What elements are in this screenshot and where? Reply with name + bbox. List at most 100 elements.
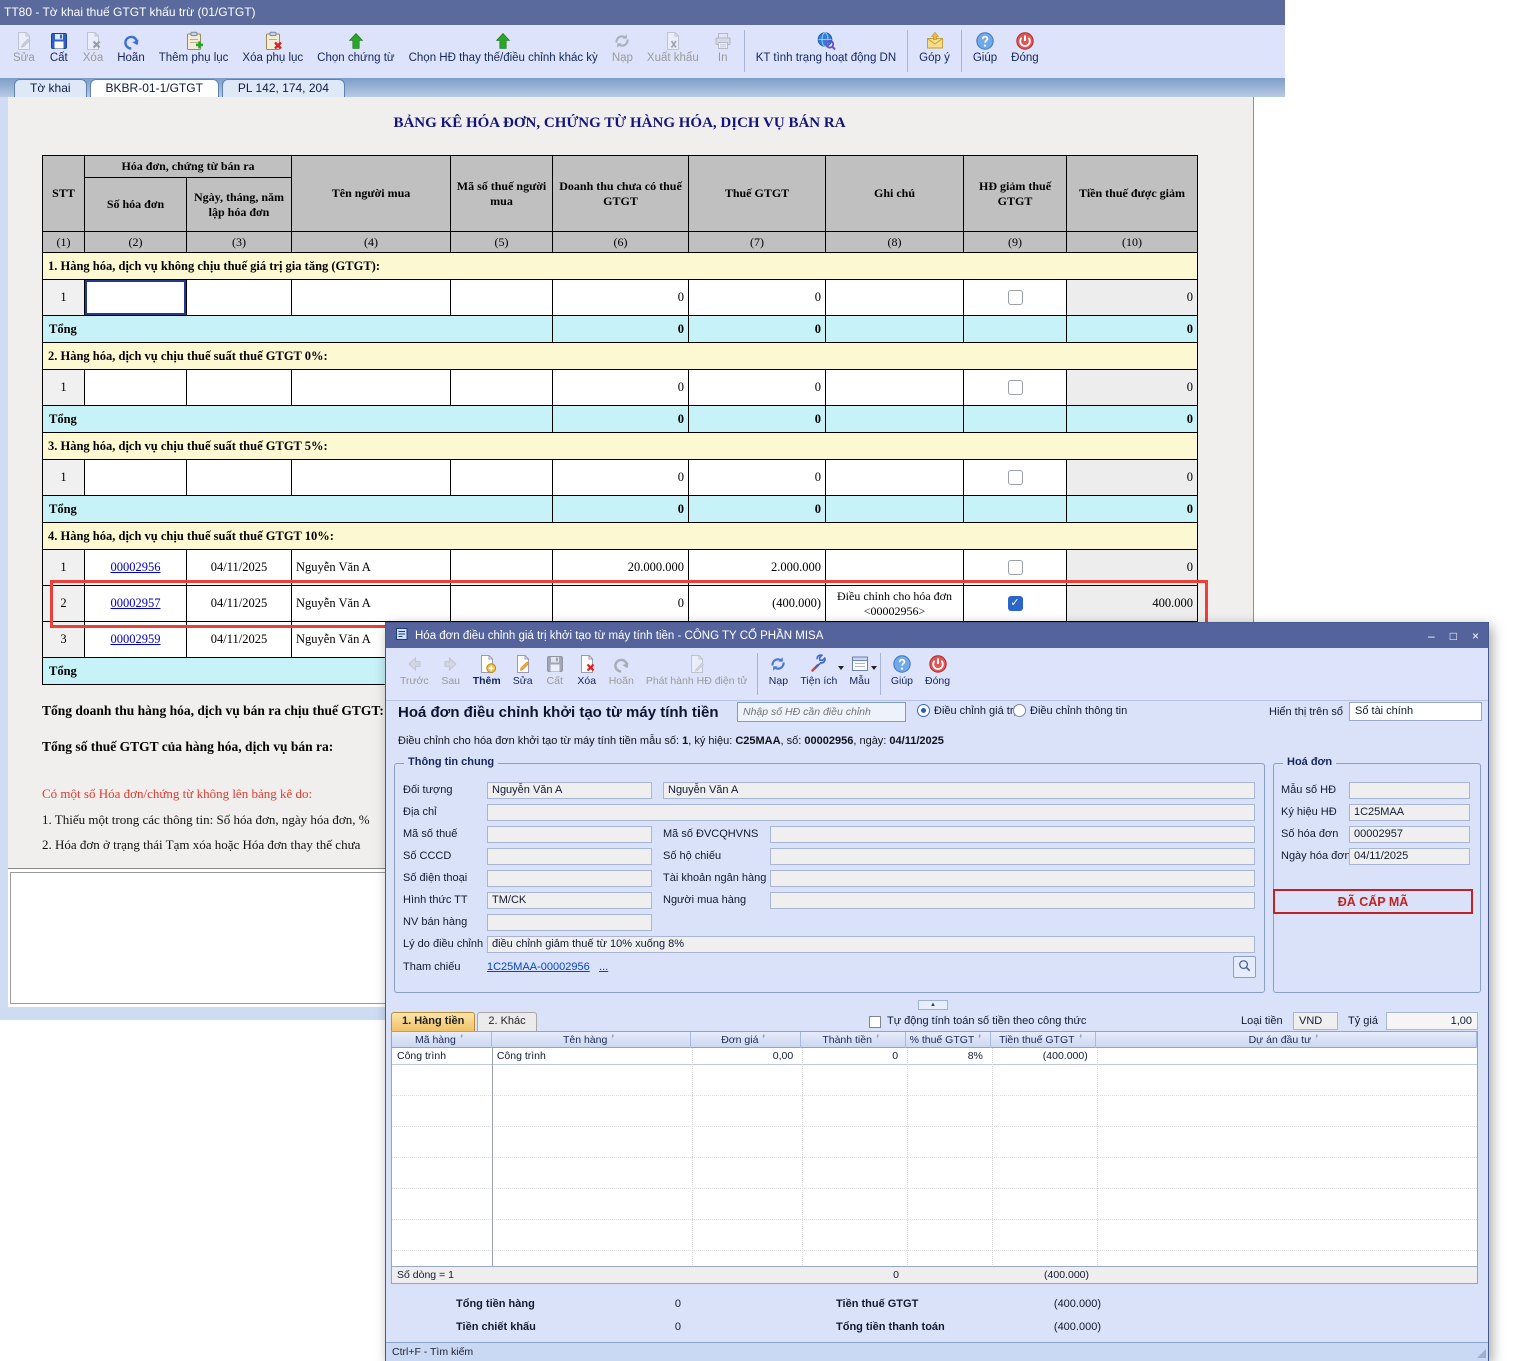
invoice-number-cell[interactable]: 00002956 — [85, 550, 187, 586]
reduce-vat-cell[interactable]: ✓ — [964, 586, 1067, 622]
toolbar-button-kt-tinh-trang-hoat-ong-dn[interactable]: KT tình trạng hoạt động DN — [749, 28, 903, 65]
maximize-button[interactable]: □ — [1450, 629, 1457, 643]
resize-grip-icon[interactable] — [1477, 1349, 1486, 1358]
invoice-number-cell[interactable] — [85, 370, 187, 406]
buyer-taxcode-cell[interactable] — [451, 586, 553, 622]
tab-bkbr-01-1-gtgt[interactable]: BKBR-01-1/GTGT — [90, 79, 219, 97]
grid-cell[interactable]: Công trình — [392, 1048, 492, 1065]
grid-col-du-an-au-tu[interactable]: Dự án đầu tư — [1096, 1032, 1477, 1048]
toolbar-button-xoa-phu-luc[interactable]: Xóa phụ lục — [235, 28, 310, 65]
buyer-name-cell[interactable]: Nguyễn Văn A — [292, 586, 451, 622]
invoice-number-cell[interactable] — [85, 460, 187, 496]
toolbar-button-ong[interactable]: Đóng — [1004, 28, 1046, 65]
invoice-date-cell[interactable]: 04/11/2025 — [187, 586, 292, 622]
note-cell[interactable] — [826, 370, 964, 406]
dropdown-arrow-icon[interactable] — [871, 666, 877, 670]
pin-icon[interactable] — [977, 1034, 986, 1046]
buyer-taxcode-cell[interactable] — [451, 370, 553, 406]
toolbar-button-tien-ich[interactable]: Tiện ích — [794, 651, 843, 688]
pin-icon[interactable] — [459, 1034, 468, 1046]
reduce-vat-cell[interactable] — [964, 550, 1067, 586]
grid-col-ma-hang[interactable]: Mã hàng — [392, 1032, 492, 1048]
pin-icon[interactable] — [1314, 1034, 1323, 1046]
tai-khoan[interactable] — [770, 870, 1255, 887]
invoice-number-cell[interactable]: 00002957 — [85, 586, 187, 622]
vat-cell[interactable]: 0 — [689, 280, 826, 316]
toolbar-button-giup[interactable]: Giúp — [966, 28, 1004, 65]
reference-zoom-button[interactable] — [1233, 956, 1256, 978]
note-cell[interactable] — [826, 550, 964, 586]
dia-chi[interactable] — [487, 804, 1255, 821]
grid-cell[interactable]: 0,00 — [691, 1048, 801, 1065]
ma-so-thue[interactable] — [487, 826, 652, 843]
tab-pl-142-174-204[interactable]: PL 142, 174, 204 — [222, 79, 345, 97]
grid-cell[interactable] — [1096, 1048, 1477, 1065]
grid-row[interactable]: Công trìnhCông trình0,0008%(400.000) — [392, 1048, 1477, 1065]
invoice-number-link[interactable]: 00002956 — [111, 560, 161, 574]
toolbar-button-giup[interactable]: Giúp — [885, 651, 919, 688]
note-cell[interactable] — [826, 460, 964, 496]
ma-so-dvcq[interactable] — [770, 826, 1255, 843]
pin-icon[interactable] — [610, 1034, 619, 1046]
revenue-cell[interactable]: 0 — [553, 280, 689, 316]
ly-do[interactable]: điều chỉnh giảm thuế từ 10% xuống 8% — [487, 936, 1255, 953]
grid-col-tien-thue-gtgt[interactable]: Tiền thuế GTGT — [991, 1032, 1096, 1048]
ky-hieu-field[interactable]: 1C25MAA — [1349, 804, 1470, 821]
grid-col-thue-gtgt[interactable]: % thuế GTGT — [906, 1032, 991, 1048]
toolbar-button-nap[interactable]: Nạp — [762, 651, 794, 688]
tham-chieu-more[interactable]: ... — [599, 959, 608, 976]
toolbar-button-them[interactable]: Thêm — [467, 651, 507, 688]
toolbar-button-xoa[interactable]: Xóa — [571, 651, 603, 688]
grid-col-thanh-tien[interactable]: Thành tiền — [801, 1032, 906, 1048]
ngay-field[interactable]: 04/11/2025 — [1349, 848, 1470, 865]
vat-cell[interactable]: 0 — [689, 460, 826, 496]
grid-cell[interactable]: (400.000) — [991, 1048, 1096, 1065]
so-dien-thoai[interactable] — [487, 870, 652, 887]
buyer-taxcode-cell[interactable] — [451, 460, 553, 496]
detail-tab-2-khac[interactable]: 2. Khác — [477, 1012, 536, 1031]
vat-cell[interactable]: 0 — [689, 370, 826, 406]
reduce-vat-checkbox[interactable] — [1008, 290, 1023, 305]
close-button[interactable]: × — [1472, 629, 1479, 643]
note-cell[interactable] — [826, 280, 964, 316]
buyer-name-cell[interactable] — [292, 370, 451, 406]
invoice-number-link[interactable]: 00002959 — [111, 632, 161, 646]
reduce-vat-checkbox[interactable]: ✓ — [1008, 596, 1023, 611]
reduce-vat-cell[interactable] — [964, 460, 1067, 496]
mau-so-field[interactable] — [1349, 782, 1470, 799]
radio-ieu-chinh-thong-tin[interactable]: Điều chỉnh thông tin — [1013, 704, 1127, 717]
invoice-date-cell[interactable] — [187, 280, 292, 316]
toolbar-button-mau[interactable]: Mẫu — [843, 651, 875, 688]
grid-cell[interactable]: 8% — [906, 1048, 991, 1065]
toolbar-button-chon-h-thay-the-ieu-chinh-khac-ky[interactable]: Chọn HĐ thay thế/điều chỉnh khác kỳ — [402, 28, 605, 65]
reduce-vat-checkbox[interactable] — [1008, 470, 1023, 485]
note-cell[interactable]: Điều chỉnh cho hóa đơn <00002956> — [826, 586, 964, 622]
hinh-thuc[interactable]: TM/CK — [487, 892, 652, 909]
so-ho-chieu[interactable] — [770, 848, 1255, 865]
vat-cell[interactable]: (400.000) — [689, 586, 826, 622]
toolbar-button-sua[interactable]: Sửa — [507, 651, 539, 688]
currency-select[interactable]: VND — [1293, 1012, 1338, 1030]
invoice-number-cell[interactable] — [85, 280, 187, 316]
exchange-rate-field[interactable]: 1,00 — [1386, 1012, 1478, 1030]
invoice-date-cell[interactable] — [187, 460, 292, 496]
ledger-select[interactable]: Sổ tài chính — [1349, 702, 1482, 721]
buyer-taxcode-cell[interactable] — [451, 280, 553, 316]
buyer-name-cell[interactable] — [292, 280, 451, 316]
revenue-cell[interactable]: 0 — [553, 586, 689, 622]
grid-col-on-gia[interactable]: Đơn giá — [691, 1032, 801, 1048]
tham-chieu-link[interactable]: 1C25MAA-00002956 — [487, 959, 590, 976]
doi-tuong-name[interactable]: Nguyễn Văn A — [663, 782, 1255, 799]
collapse-button[interactable]: ▲ — [918, 1000, 948, 1010]
invoice-number-cell[interactable]: 00002959 — [85, 622, 187, 658]
pin-icon[interactable] — [761, 1034, 770, 1046]
doi-tuong-code[interactable]: Nguyễn Văn A — [487, 782, 652, 799]
reduce-vat-checkbox[interactable] — [1008, 560, 1023, 575]
auto-calc-checkbox[interactable] — [869, 1016, 881, 1028]
buyer-taxcode-cell[interactable] — [451, 550, 553, 586]
nv-ban-hang[interactable] — [487, 914, 652, 931]
toolbar-button-chon-chung-tu[interactable]: Chọn chứng từ — [310, 28, 401, 65]
invoice-date-cell[interactable] — [187, 370, 292, 406]
pin-icon[interactable] — [875, 1034, 884, 1046]
detail-tab-1-hang-tien[interactable]: 1. Hàng tiền — [391, 1012, 475, 1031]
